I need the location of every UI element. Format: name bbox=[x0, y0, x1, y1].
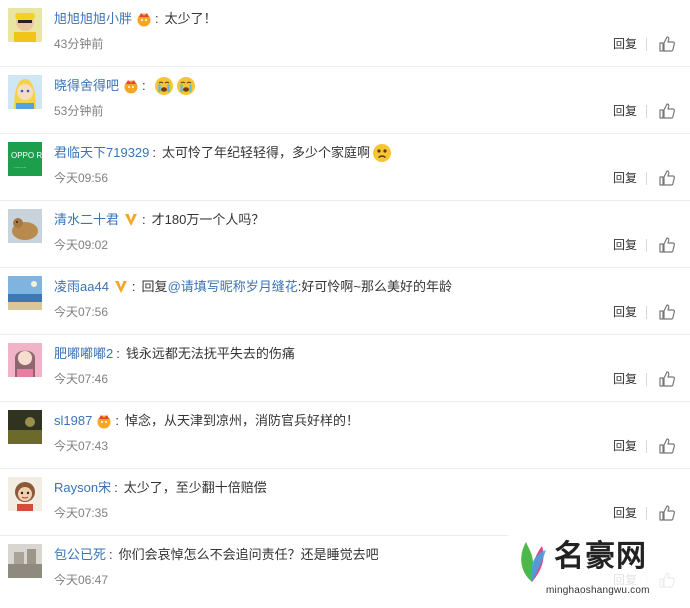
verified-v-icon bbox=[123, 212, 139, 228]
reply-button[interactable]: 回复 bbox=[613, 103, 637, 119]
verified-v-icon bbox=[113, 279, 129, 295]
vip-crown-icon bbox=[123, 78, 139, 94]
avatar[interactable] bbox=[8, 544, 42, 578]
comment-time: 今天07:43 bbox=[54, 439, 109, 453]
comment-list: 旭旭旭旭小胖 : 太少了！ 43分钟前 回复 晓得舍得吧 : 53分钟前 回复 … bbox=[0, 0, 690, 603]
comment-text: :好可怜啊~那么美好的年龄 bbox=[297, 279, 452, 294]
comment-text: 太少了！ bbox=[164, 11, 217, 26]
watermark-url: minghaoshangwu.com bbox=[546, 585, 650, 596]
comment-text: 太可怜了年纪轻轻得，多少个家庭啊 bbox=[162, 145, 371, 160]
reply-button[interactable]: 回复 bbox=[613, 304, 637, 320]
thumbs-up-icon[interactable] bbox=[658, 236, 676, 254]
comment-text: 才180万一个人吗？ bbox=[151, 212, 265, 227]
username-link[interactable]: 晓得舍得吧 bbox=[54, 77, 119, 95]
avatar[interactable] bbox=[8, 410, 42, 444]
divider bbox=[646, 105, 647, 118]
comment-text: 悼念，从天津到凉州，消防官兵好样的！ bbox=[124, 413, 359, 428]
watermark-title: 名豪网 bbox=[554, 539, 647, 574]
comment-time: 今天09:56 bbox=[54, 171, 109, 185]
comment-time: 今天07:35 bbox=[54, 506, 109, 520]
svg-text:OPPO R9: OPPO R9 bbox=[11, 151, 42, 160]
username-link[interactable]: 清水二十君 bbox=[54, 211, 119, 229]
comment-item: Rayson宋 : 太少了，至少翻十倍赔偿 今天07:35 回复 bbox=[0, 469, 690, 536]
divider bbox=[646, 440, 647, 453]
avatar[interactable] bbox=[8, 209, 42, 243]
divider bbox=[646, 172, 647, 185]
comment-item: sl1987 : 悼念，从天津到凉州，消防官兵好样的！ 今天07:43 回复 bbox=[0, 402, 690, 469]
comment-item: 肥嘟嘟嘟2 : 钱永远都无法抚平失去的伤痛 今天07:46 回复 bbox=[0, 335, 690, 402]
comment-time: 43分钟前 bbox=[54, 37, 104, 51]
username-link[interactable]: 包公已死 bbox=[54, 546, 106, 564]
divider bbox=[646, 38, 647, 51]
thumbs-up-icon[interactable] bbox=[658, 504, 676, 522]
comment-item: 晓得舍得吧 : 53分钟前 回复 bbox=[0, 67, 690, 134]
avatar[interactable]: OPPO R9......... bbox=[8, 142, 42, 176]
comment-text: 你们会哀悼怎么不会追问责任？还是睡觉去吧 bbox=[118, 547, 379, 562]
avatar[interactable] bbox=[8, 477, 42, 511]
thumbs-up-icon[interactable] bbox=[658, 437, 676, 455]
reply-button[interactable]: 回复 bbox=[613, 237, 637, 253]
thumbs-up-icon[interactable] bbox=[658, 102, 676, 120]
comment-time: 今天07:56 bbox=[54, 305, 109, 319]
comment-item: 凌雨aa44 : 回复 @请填写昵称岁月缝花 :好可怜啊~那么美好的年龄 今天0… bbox=[0, 268, 690, 335]
username-link[interactable]: 君临天下719329 bbox=[54, 144, 149, 162]
avatar[interactable] bbox=[8, 8, 42, 42]
username-link[interactable]: sl1987 bbox=[54, 412, 92, 430]
thumbs-up-icon[interactable] bbox=[658, 370, 676, 388]
username-link[interactable]: 旭旭旭旭小胖 bbox=[54, 10, 132, 28]
comment-text: 太少了，至少翻十倍赔偿 bbox=[123, 480, 267, 495]
divider bbox=[646, 306, 647, 319]
thumbs-up-icon[interactable] bbox=[658, 303, 676, 321]
comment-time: 今天06:47 bbox=[54, 573, 109, 587]
vip-crown-icon bbox=[96, 413, 112, 429]
thumbs-up-icon[interactable] bbox=[658, 169, 676, 187]
vip-crown-icon bbox=[136, 11, 152, 27]
reply-button[interactable]: 回复 bbox=[613, 36, 637, 52]
avatar[interactable] bbox=[8, 276, 42, 310]
divider bbox=[646, 507, 647, 520]
reply-button[interactable]: 回复 bbox=[613, 371, 637, 387]
crying-face-icon bbox=[176, 76, 196, 96]
comment-item: 旭旭旭旭小胖 : 太少了！ 43分钟前 回复 bbox=[0, 0, 690, 67]
username-link[interactable]: 凌雨aa44 bbox=[54, 278, 109, 296]
comment-item: 清水二十君 : 才180万一个人吗？ 今天09:02 回复 bbox=[0, 201, 690, 268]
comment-item: OPPO R9......... 君临天下719329 : 太可怜了年纪轻轻得，… bbox=[0, 134, 690, 201]
divider bbox=[646, 239, 647, 252]
comment-time: 今天07:46 bbox=[54, 372, 109, 386]
reply-button[interactable]: 回复 bbox=[613, 438, 637, 454]
avatar[interactable] bbox=[8, 343, 42, 377]
sad-face-icon bbox=[372, 143, 392, 163]
divider bbox=[646, 373, 647, 386]
mention-link[interactable]: @请填写昵称岁月缝花 bbox=[168, 278, 298, 296]
reply-button[interactable]: 回复 bbox=[613, 170, 637, 186]
comment-time: 53分钟前 bbox=[54, 104, 104, 118]
username-link[interactable]: Rayson宋 bbox=[54, 479, 111, 497]
svg-text:.........: ......... bbox=[14, 164, 27, 170]
avatar[interactable] bbox=[8, 75, 42, 109]
leaf-logo-icon bbox=[512, 536, 552, 589]
crying-face-icon bbox=[154, 76, 174, 96]
comment-time: 今天09:02 bbox=[54, 238, 109, 252]
thumbs-up-icon[interactable] bbox=[658, 35, 676, 53]
reply-prefix: 回复 bbox=[141, 279, 168, 294]
username-link[interactable]: 肥嘟嘟嘟2 bbox=[54, 345, 113, 363]
reply-button[interactable]: 回复 bbox=[613, 505, 637, 521]
watermark: 名豪网 minghaoshangwu.com bbox=[508, 530, 690, 608]
comment-text: 钱永远都无法抚平失去的伤痛 bbox=[125, 346, 295, 361]
